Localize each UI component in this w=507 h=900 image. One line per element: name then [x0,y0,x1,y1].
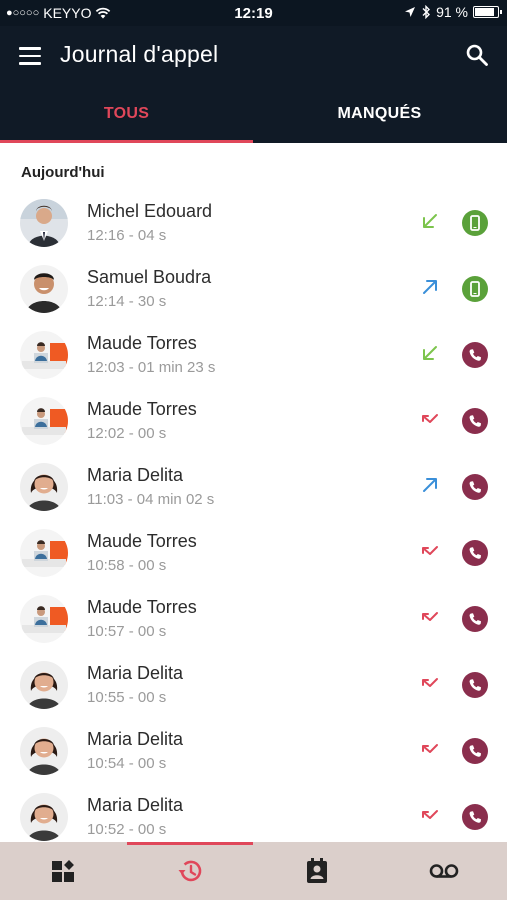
avatar [20,463,68,511]
phone-handset-icon[interactable] [462,540,488,566]
missed-call-icon [422,414,438,423]
avatar [20,199,68,247]
missed-call-icon [422,546,438,555]
search-icon[interactable] [465,43,489,67]
call-row[interactable]: Maria Delita 10:52 - 00 s [0,784,507,850]
app-bar: Journal d'appel [0,26,507,86]
call-row[interactable]: Maude Torres 10:58 - 00 s [0,520,507,586]
call-time-duration: 10:58 - 00 s [87,557,167,574]
tab-indicator [0,140,253,143]
call-time-duration: 12:14 - 30 s [87,293,167,310]
bluetooth-icon [422,5,431,19]
contact-name: Samuel Boudra [87,267,212,287]
avatar [20,727,68,775]
avatar [20,397,68,445]
mobile-phone-icon[interactable] [462,210,488,236]
status-right: 91 % [404,4,502,20]
dashboard-icon [52,860,74,882]
call-row[interactable]: Michel Edouard 12:16 - 04 s [0,190,507,256]
nav-dashboard[interactable] [0,842,126,900]
mobile-phone-icon[interactable] [462,276,488,302]
nav-contacts[interactable] [254,842,380,900]
missed-call-icon [422,612,438,621]
phone-handset-icon[interactable] [462,738,488,764]
nav-voicemail[interactable] [381,842,507,900]
call-time-duration: 12:03 - 01 min 23 s [87,359,216,376]
contact-name: Maude Torres [87,531,197,551]
page-title: Journal d'appel [60,41,219,67]
outgoing-call-icon [423,280,437,294]
contact-name: Maria Delita [87,465,184,485]
location-arrow-icon [405,7,416,17]
call-row[interactable]: Maria Delita 10:54 - 00 s [0,718,507,784]
section-header-today: Aujourd'hui [21,164,105,181]
call-time-duration: 12:02 - 00 s [87,425,167,442]
call-time-duration: 11:03 - 04 min 02 s [87,491,215,508]
call-time-duration: 10:55 - 00 s [87,689,167,706]
missed-call-icon [422,810,438,819]
avatar [20,595,68,643]
voicemail-icon [429,864,459,878]
call-time-duration: 10:54 - 00 s [87,755,167,772]
missed-call-icon [422,744,438,753]
phone-handset-icon[interactable] [462,408,488,434]
phone-handset-icon[interactable] [462,804,488,830]
incoming-call-icon [423,346,437,360]
tab-bar: TOUS MANQUÉS [0,86,507,143]
contact-name: Maude Torres [87,597,197,617]
outgoing-call-icon [423,478,437,492]
call-row[interactable]: Samuel Boudra 12:14 - 30 s [0,256,507,322]
call-time-duration: 10:57 - 00 s [87,623,167,640]
call-row[interactable]: Maria Delita 11:03 - 04 min 02 s [0,454,507,520]
hamburger-icon[interactable] [19,47,41,65]
contact-name: Maria Delita [87,795,184,815]
contacts-icon [307,858,327,883]
contact-name: Maria Delita [87,663,184,683]
contact-name: Michel Edouard [87,201,213,221]
contact-name: Maude Torres [87,333,197,353]
avatar [20,265,68,313]
call-time-duration: 10:52 - 00 s [87,821,167,838]
avatar [20,793,68,841]
battery-percent: 91 % [436,4,468,20]
incoming-call-icon [423,214,437,228]
avatar [20,529,68,577]
avatar [20,661,68,709]
phone-handset-icon[interactable] [462,474,488,500]
phone-handset-icon[interactable] [462,606,488,632]
contact-name: Maude Torres [87,399,197,419]
call-row[interactable]: Maude Torres 10:57 - 00 s [0,586,507,652]
call-list: Michel Edouard 12:16 - 04 s Samuel Boudra 1… [0,190,507,850]
status-bar: ●○○○○ KEYYO 12:19 91 % [0,0,507,26]
call-time-duration: 12:16 - 04 s [87,227,167,244]
tab-missed[interactable]: MANQUÉS [253,86,506,143]
avatar [20,331,68,379]
battery-icon [473,6,502,18]
phone-handset-icon[interactable] [462,672,488,698]
missed-call-icon [422,678,438,687]
tab-all[interactable]: TOUS [0,86,253,143]
contact-name: Maria Delita [87,729,184,749]
phone-handset-icon[interactable] [462,342,488,368]
bottom-navigation [0,842,507,900]
call-row[interactable]: Maude Torres 12:03 - 01 min 23 s [0,322,507,388]
nav-history[interactable] [127,842,253,900]
call-row[interactable]: Maude Torres 12:02 - 00 s [0,388,507,454]
history-icon [178,860,202,882]
call-row[interactable]: Maria Delita 10:55 - 00 s [0,652,507,718]
